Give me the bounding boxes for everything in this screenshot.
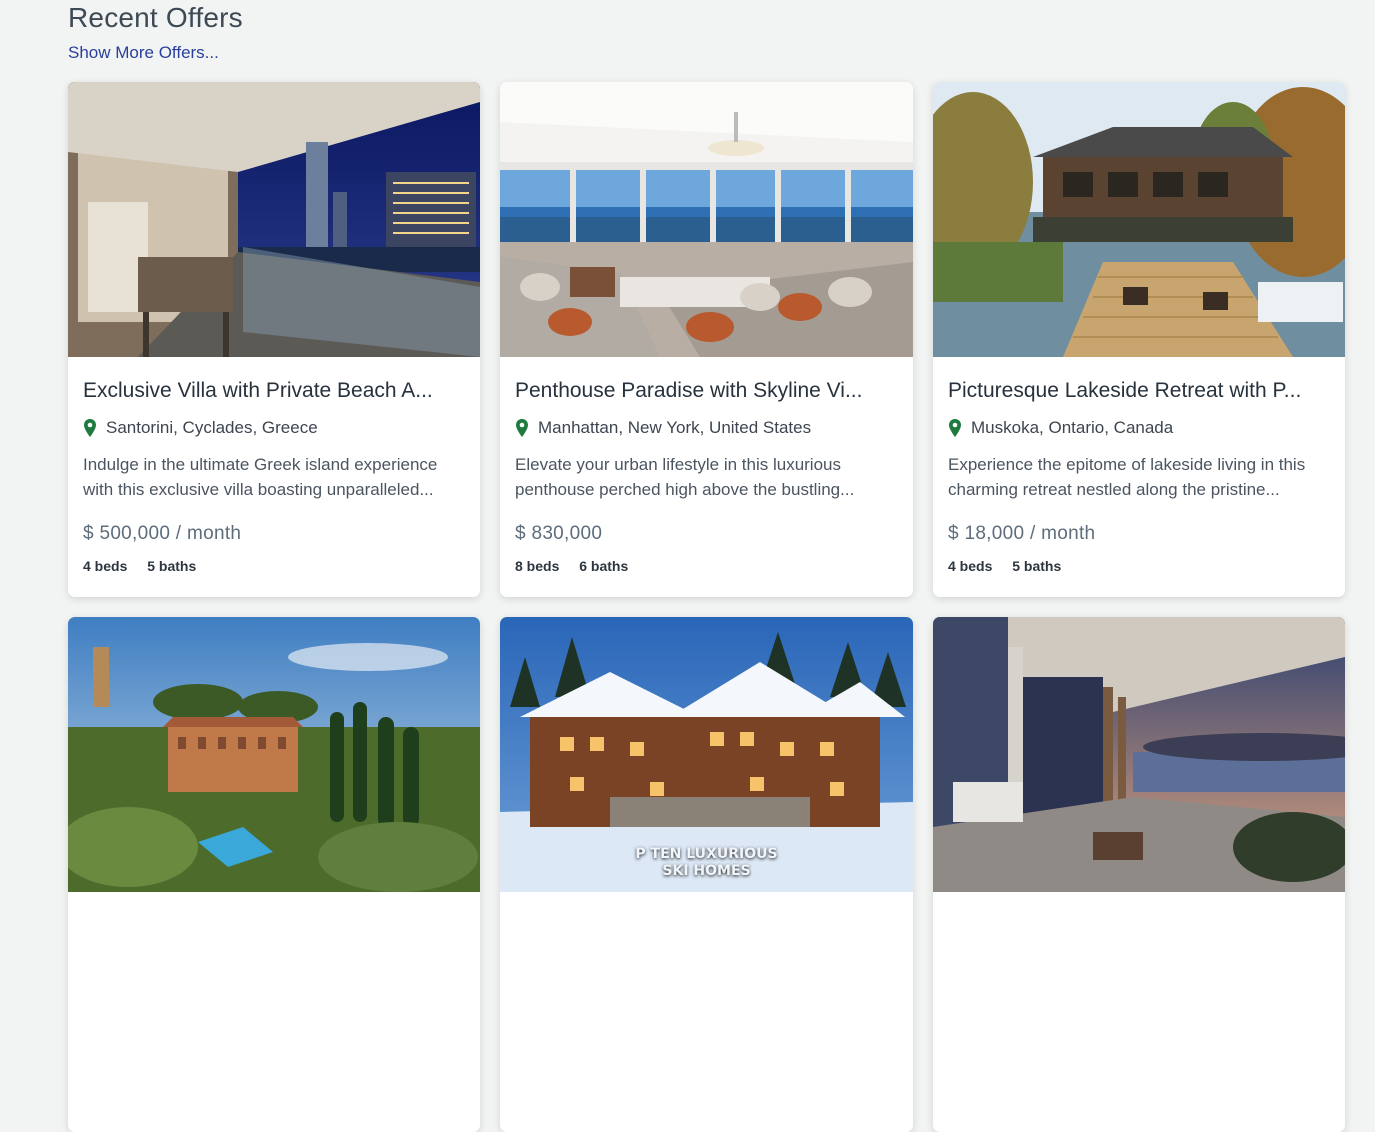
offer-location: Muskoka, Ontario, Canada [948, 417, 1330, 439]
offer-price: $ 830,000 [515, 523, 603, 544]
location-pin-icon [84, 419, 96, 437]
section-title: Recent Offers [68, 2, 243, 33]
offer-specs: 4 beds 5 baths [948, 558, 1330, 574]
offer-location-text: Muskoka, Ontario, Canada [971, 418, 1174, 437]
offer-image-tuscan-villa[interactable] [68, 617, 480, 892]
offer-price: $ 500,000 / month [83, 523, 242, 544]
offer-beds: 4 beds [948, 558, 993, 574]
offer-card[interactable]: P TEN LUXURIOUS SKI HOMES [500, 617, 913, 1132]
offer-baths: 5 baths [147, 558, 197, 574]
offer-card[interactable]: Exclusive Villa with Private Beach A... … [68, 82, 480, 597]
offer-location-text: Santorini, Cyclades, Greece [106, 418, 318, 437]
offer-beds: 8 beds [515, 558, 560, 574]
show-more-offers-link[interactable]: Show More Offers... [68, 43, 219, 63]
offer-image-penthouse-living-room[interactable] [500, 82, 913, 357]
offer-description: Elevate your urban lifestyle in this lux… [515, 455, 855, 499]
offer-price: $ 18,000 / month [948, 523, 1096, 544]
offer-specs: 4 beds 5 baths [83, 558, 465, 574]
offer-image-lakeside-cabin[interactable] [933, 82, 1345, 357]
offer-image-ski-lodge[interactable]: P TEN LUXURIOUS SKI HOMES [500, 617, 913, 892]
offer-title[interactable]: Exclusive Villa with Private Beach A... [83, 377, 465, 405]
offer-card[interactable] [933, 617, 1345, 1132]
offer-beds: 4 beds [83, 558, 128, 574]
offer-baths: 5 baths [1012, 558, 1062, 574]
offer-description: Experience the epitome of lakeside livin… [948, 455, 1306, 499]
offer-card[interactable]: Picturesque Lakeside Retreat with P... M… [933, 82, 1345, 597]
caption-line-1: P TEN LUXURIOUS [635, 846, 778, 862]
location-pin-icon [516, 419, 528, 437]
offer-card[interactable] [68, 617, 480, 1132]
offer-image-terrace-lake-view[interactable] [933, 617, 1345, 892]
offer-baths: 6 baths [579, 558, 629, 574]
offers-grid: Exclusive Villa with Private Beach A... … [68, 82, 1345, 1132]
offer-image-balcony-city[interactable] [68, 82, 480, 357]
offer-location: Manhattan, New York, United States [515, 417, 898, 439]
offer-location: Santorini, Cyclades, Greece [83, 417, 465, 439]
offer-image-caption: P TEN LUXURIOUS SKI HOMES [500, 846, 913, 880]
offer-title[interactable]: Penthouse Paradise with Skyline Vi... [515, 377, 898, 405]
offer-description: Indulge in the ultimate Greek island exp… [83, 455, 438, 499]
location-pin-icon [949, 419, 961, 437]
offer-card[interactable]: Penthouse Paradise with Skyline Vi... Ma… [500, 82, 913, 597]
offer-title[interactable]: Picturesque Lakeside Retreat with P... [948, 377, 1330, 405]
caption-line-2: SKI HOMES [662, 863, 751, 879]
offer-specs: 8 beds 6 baths [515, 558, 898, 574]
offer-location-text: Manhattan, New York, United States [538, 418, 812, 437]
